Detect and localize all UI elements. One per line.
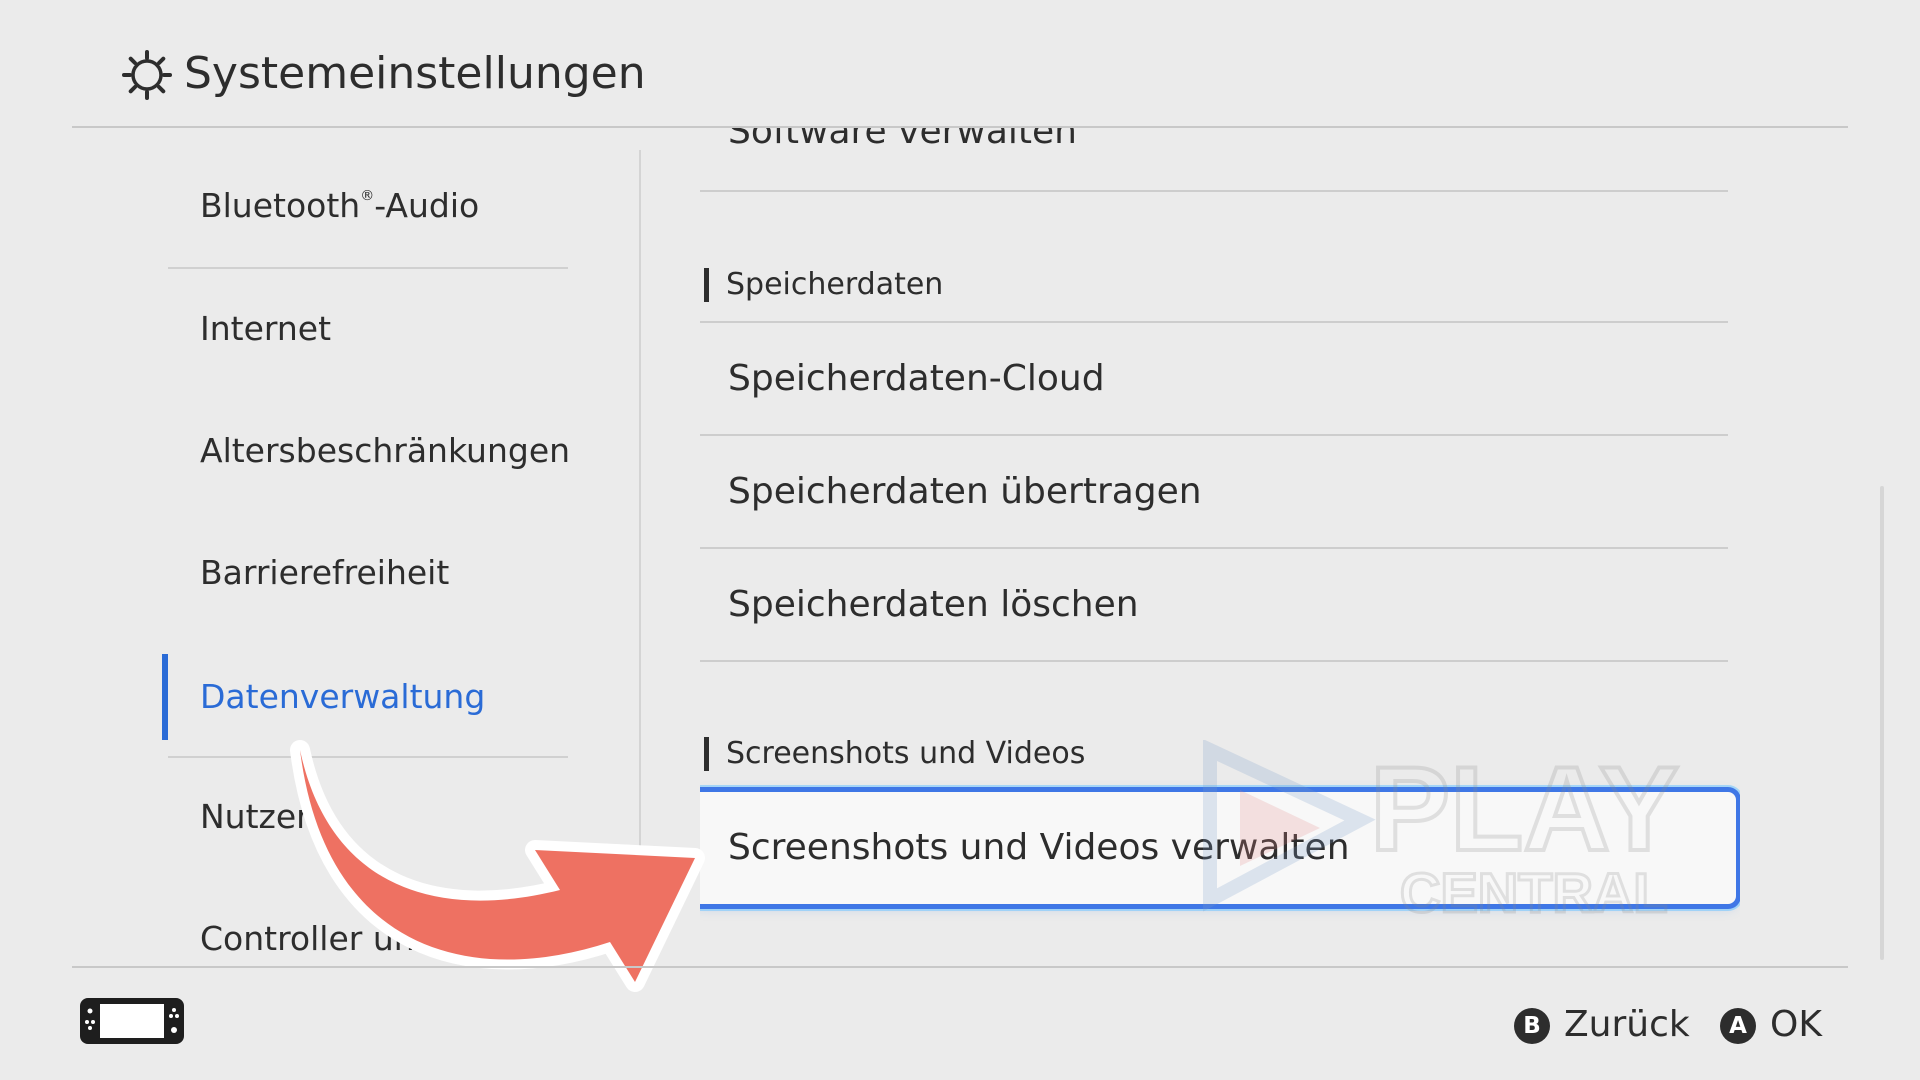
sidebar-item-label: Altersbeschränkungen (200, 431, 571, 470)
section-label: Screenshots und Videos (726, 736, 1086, 771)
menu-row-label: Speicherdaten übertragen (728, 471, 1202, 512)
active-indicator (162, 654, 168, 740)
sidebar-item-accessibility[interactable]: Barrierefreiheit (168, 530, 568, 616)
header: Systemeinstellungen (0, 0, 1920, 128)
watermark-line2: CENTRAL (1400, 861, 1668, 924)
sidebar-item-parental-controls[interactable]: Altersbeschränkungen (168, 408, 571, 494)
back-label: Zurück (1564, 1004, 1690, 1045)
sidebar-item-label: Barrierefreiheit (200, 553, 450, 592)
menu-row-software-management[interactable]: Software verwalten (700, 128, 1728, 188)
row-divider (700, 190, 1728, 192)
sidebar-item-bluetooth-audio[interactable]: Bluetooth®-Audio (168, 163, 568, 249)
gear-icon (122, 50, 172, 100)
sidebar-divider (168, 267, 568, 269)
sidebar-item-label: Internet (200, 309, 332, 348)
handheld-console-icon (80, 998, 184, 1044)
menu-row-transfer-save-data[interactable]: Speicherdaten übertragen (700, 436, 1728, 548)
a-button-icon: A (1720, 1008, 1756, 1044)
sidebar-item-label: Bluetooth®-Audio (200, 186, 480, 225)
menu-row-label: Software verwalten (728, 128, 1077, 152)
menu-row-delete-save-data[interactable]: Speicherdaten löschen (700, 549, 1728, 661)
watermark-line1: PLAY (1370, 742, 1679, 876)
menu-row-save-data-cloud[interactable]: Speicherdaten-Cloud (700, 323, 1728, 435)
menu-row-label: Speicherdaten löschen (728, 584, 1139, 625)
menu-row-label: Speicherdaten-Cloud (728, 358, 1105, 399)
sidebar-item-internet[interactable]: Internet (168, 286, 568, 372)
page-title: Systemeinstellungen (184, 48, 646, 99)
section-marker (704, 268, 709, 302)
scrollbar[interactable] (1880, 486, 1884, 960)
footer: B Zurück A OK (0, 968, 1920, 1080)
play-central-watermark: PLAY CENTRAL (1203, 740, 1681, 925)
row-divider (700, 660, 1728, 662)
section-label: Speicherdaten (726, 267, 944, 302)
b-button-icon: B (1514, 1008, 1550, 1044)
ok-label: OK (1770, 1004, 1822, 1045)
